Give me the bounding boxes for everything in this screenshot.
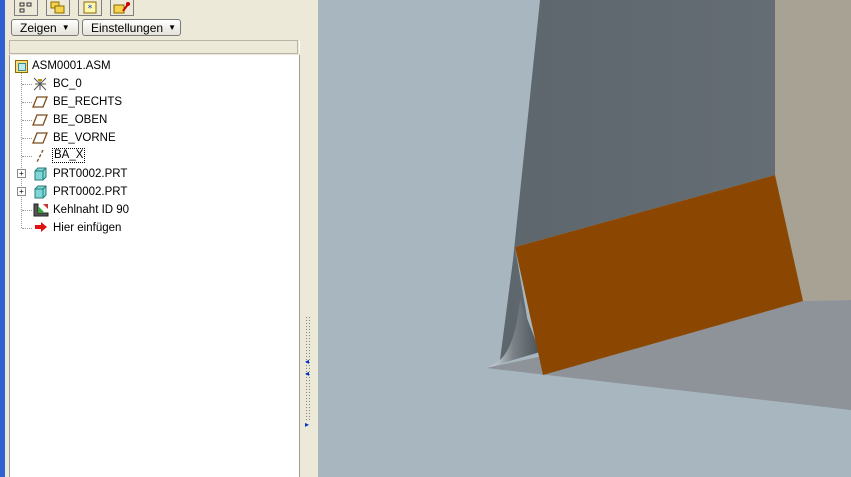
datum-plane-icon xyxy=(32,130,48,146)
expand-right-icon[interactable]: ▸ xyxy=(305,421,311,429)
tree-item[interactable]: + PRT0002.PRT xyxy=(10,165,300,182)
settings-dropdown-button[interactable]: Einstellungen ▼ xyxy=(82,19,181,36)
tree-item-label: PRT0002.PRT xyxy=(53,167,128,180)
graphics-viewport[interactable] xyxy=(318,0,851,477)
favorites-tab-icon[interactable]: * xyxy=(78,0,102,16)
show-dropdown-button[interactable]: Zeigen ▼ xyxy=(11,19,79,36)
tree-item[interactable]: BE_OBEN xyxy=(10,111,300,128)
tree-item-label: Hier einfügen xyxy=(53,221,122,234)
tree-root-label: ASM0001.ASM xyxy=(32,59,111,72)
fillet-weld-icon xyxy=(32,201,49,217)
model-tree-tab-icon[interactable] xyxy=(14,0,38,16)
insert-here-arrow-icon xyxy=(34,221,50,237)
tree-item-label: BE_OBEN xyxy=(53,113,108,126)
tree-item-label: BC_0 xyxy=(53,77,82,90)
tree-item-label: PRT0002.PRT xyxy=(53,185,128,198)
tree-item[interactable]: Kehlnaht ID 90 xyxy=(10,201,300,218)
settings-dropdown-label: Einstellungen xyxy=(91,20,164,35)
model-tree-panel: * Zeigen ▼ Einstellungen ▼ ASM0001.ASM B… xyxy=(0,0,306,477)
tree-item[interactable]: BC_0 xyxy=(10,75,300,92)
coordinate-system-icon xyxy=(32,76,48,92)
tree-item[interactable]: + PRT0002.PRT xyxy=(10,183,300,200)
tree-item[interactable]: BE_VORNE xyxy=(10,129,300,146)
tree-item-label: BE_VORNE xyxy=(53,131,116,144)
chevron-down-icon: ▼ xyxy=(168,23,176,32)
collapse-left-icon[interactable]: ◂ xyxy=(305,370,311,378)
part-icon xyxy=(32,166,48,182)
tree-item[interactable]: BE_RECHTS xyxy=(10,93,300,110)
expand-toggle[interactable]: + xyxy=(17,187,26,196)
folder-browser-tab-icon[interactable] xyxy=(110,0,134,16)
svg-text:*: * xyxy=(88,4,93,14)
tree-item[interactable]: Hier einfügen xyxy=(10,219,300,236)
tree-root[interactable]: ASM0001.ASM xyxy=(10,57,300,74)
tree-item[interactable]: BA_X xyxy=(10,147,300,164)
part-icon xyxy=(32,184,48,200)
collapse-left-icon[interactable]: ◂ xyxy=(305,358,311,366)
tree-column-header[interactable] xyxy=(9,40,300,54)
model-tree: ASM0001.ASM BC_0 BE_RECHTS BE_OBEN BE_VO… xyxy=(9,55,300,477)
tree-item-label-selected: BA_X xyxy=(52,148,86,163)
tree-item-label: Kehlnaht ID 90 xyxy=(53,203,130,216)
assembly-icon xyxy=(14,58,30,74)
datum-plane-icon xyxy=(32,94,48,110)
model-3d-view xyxy=(486,0,851,410)
datum-plane-icon xyxy=(32,112,48,128)
panel-edge xyxy=(0,0,5,477)
tree-item-label: BE_RECHTS xyxy=(53,95,123,108)
chevron-down-icon: ▼ xyxy=(61,23,70,32)
datum-axis-icon xyxy=(32,148,48,164)
expand-toggle[interactable]: + xyxy=(17,169,26,178)
show-dropdown-label: Zeigen xyxy=(20,20,57,35)
layers-tab-icon[interactable] xyxy=(46,0,70,16)
